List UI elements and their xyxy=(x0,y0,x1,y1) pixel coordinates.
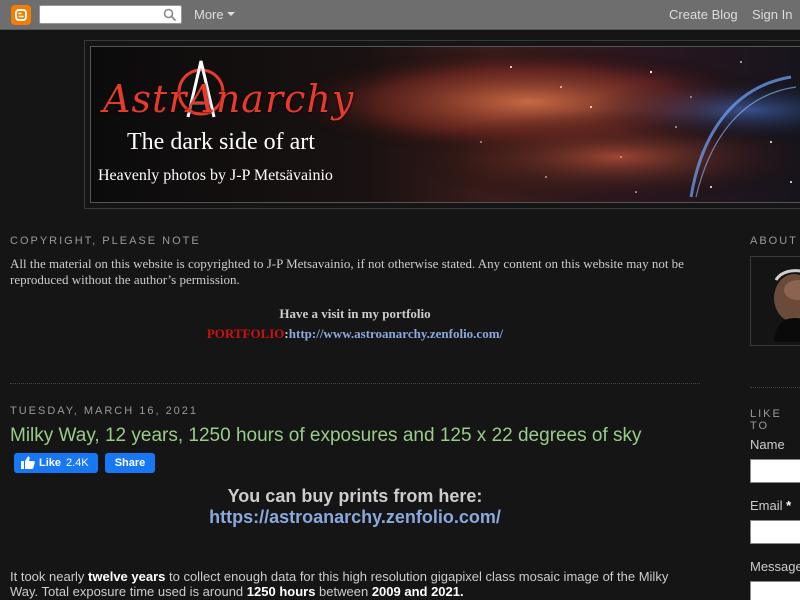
post-body-bold: 2009 and 2021. xyxy=(371,584,464,599)
name-field[interactable] xyxy=(750,459,800,483)
name-field-label: Name xyxy=(750,437,785,452)
post-body-text: between xyxy=(315,584,372,599)
sign-in-link[interactable]: Sign In xyxy=(752,7,792,22)
blogger-logo-icon[interactable] xyxy=(11,5,31,25)
blog-title[interactable]: AstrAnarchy xyxy=(103,77,354,121)
post-title[interactable]: Milky Way, 12 years, 1250 hours of expos… xyxy=(10,425,642,447)
blog-tagline: The dark side of art xyxy=(127,129,315,155)
chevron-down-icon[interactable] xyxy=(227,12,235,16)
thumbs-up-icon xyxy=(21,456,35,469)
section-divider xyxy=(10,383,700,384)
create-blog-link[interactable]: Create Blog xyxy=(669,7,738,22)
email-label-text: Email xyxy=(750,498,783,513)
email-field[interactable] xyxy=(750,520,800,544)
portfolio-label[interactable]: PORTFOLIO xyxy=(207,326,285,341)
message-field-label: Message xyxy=(750,559,800,574)
required-asterisk: * xyxy=(786,498,792,513)
facebook-like-button[interactable]: Like 2.4K xyxy=(14,453,98,473)
buy-prints-link[interactable]: https://astroanarchy.zenfolio.com/ xyxy=(10,507,700,528)
buy-prints-text: You can buy prints from here: xyxy=(227,486,483,506)
contact-form-heading: LIKE TO xyxy=(750,408,782,432)
about-heading: ABOUT xyxy=(750,235,798,247)
blog-header: AstrAnarchy The dark side of art Heavenl… xyxy=(84,40,800,209)
portfolio-url-link[interactable]: http://www.astroanarchy.zenfolio.com/ xyxy=(289,326,503,341)
blogger-navbar: More Create Blog Sign In xyxy=(0,0,800,30)
post-body-bold: 1250 hours xyxy=(246,584,316,599)
post-body-text: It took nearly xyxy=(10,569,89,584)
facebook-share-button[interactable]: Share xyxy=(105,453,155,473)
author-photo[interactable] xyxy=(750,256,800,346)
search-icon[interactable] xyxy=(163,8,177,22)
copyright-heading: COPYRIGHT, PLEASE NOTE xyxy=(10,235,201,247)
facebook-like-label: Like xyxy=(39,457,62,469)
message-field[interactable] xyxy=(750,581,800,600)
header-banner[interactable]: AstrAnarchy The dark side of art Heavenl… xyxy=(90,46,800,203)
post-body-bold: twelve years xyxy=(88,569,166,584)
portfolio-heading: Have a visit in my portfolio xyxy=(279,306,431,321)
author-portrait-image xyxy=(754,260,800,342)
email-field-label: Email * xyxy=(750,498,791,513)
copyright-text: All the material on this website is copy… xyxy=(10,256,684,287)
portfolio-link-line: PORTFOLIO:http://www.astroanarchy.zenfol… xyxy=(10,326,700,342)
blog-search-input[interactable] xyxy=(39,5,182,24)
more-menu-button[interactable]: More xyxy=(194,7,224,22)
blog-subtitle: Heavenly photos by J-P Metsävainio xyxy=(98,167,333,184)
sidebar-divider xyxy=(750,387,800,388)
facebook-like-count: 2.4K xyxy=(66,457,89,469)
post-date: TUESDAY, MARCH 16, 2021 xyxy=(10,405,199,417)
post-body-paragraph: It took nearly twelve years to collect e… xyxy=(10,569,690,599)
